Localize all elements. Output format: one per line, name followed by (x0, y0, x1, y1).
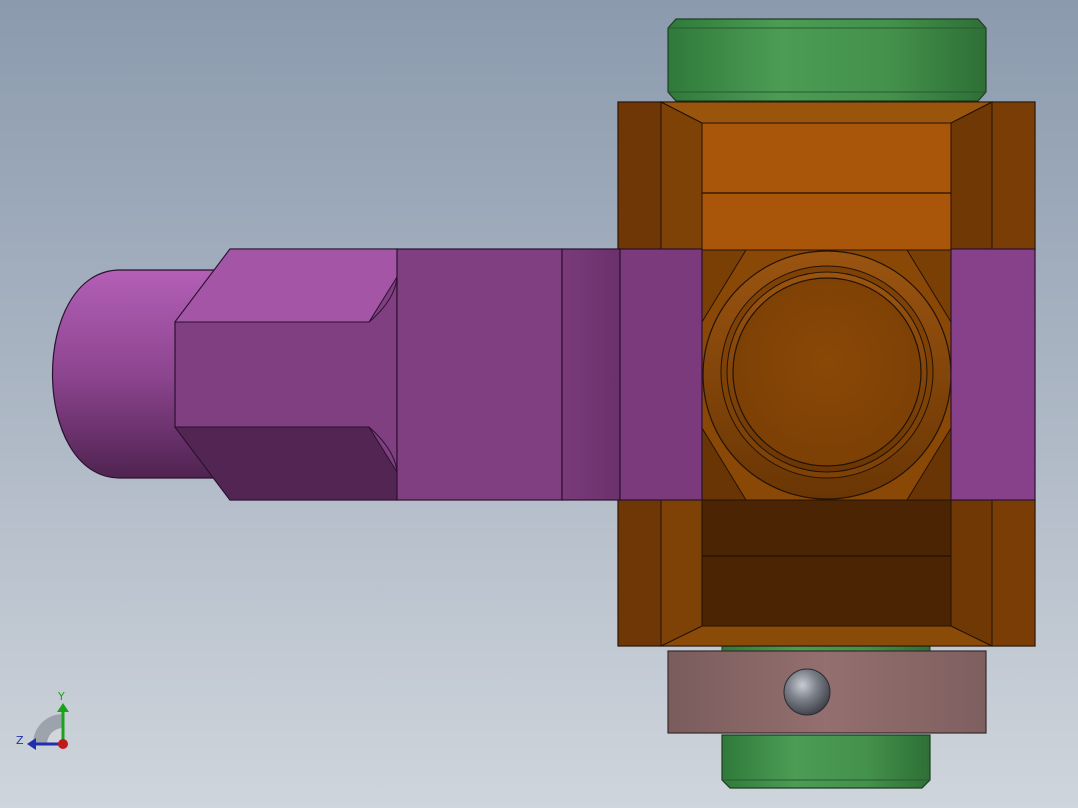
triad-z-label: Z (16, 734, 24, 747)
top-nut[interactable] (667, 18, 987, 102)
model-scene[interactable]: Y Z (0, 0, 1078, 808)
set-ball[interactable] (783, 668, 831, 716)
view-orientation-triad[interactable]: Y Z (16, 690, 69, 750)
triad-y-label: Y (57, 690, 65, 703)
graphics-viewport[interactable]: Y Z (0, 0, 1078, 808)
